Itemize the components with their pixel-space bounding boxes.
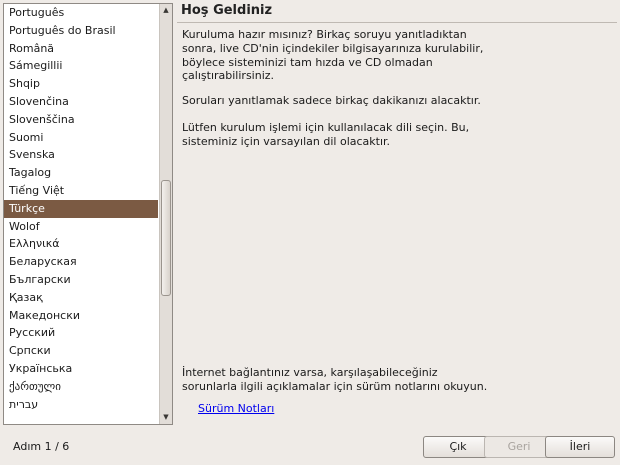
language-list-item[interactable]: Українська xyxy=(4,360,158,378)
language-list-item[interactable]: Tagalog xyxy=(4,164,158,182)
quit-button[interactable]: Çık xyxy=(423,436,493,458)
title-divider xyxy=(177,22,617,23)
language-list-item[interactable]: Português do Brasil xyxy=(4,22,158,40)
next-button[interactable]: İleri xyxy=(545,436,615,458)
language-list-item[interactable]: Српски xyxy=(4,342,158,360)
language-list-item[interactable]: Sámegillii xyxy=(4,57,158,75)
release-notes-paragraph: İnternet bağlantınız varsa, karşılaşabil… xyxy=(182,366,488,393)
release-notes-link[interactable]: Sürüm Notları xyxy=(198,402,274,415)
step-indicator: Adım 1 / 6 xyxy=(13,440,70,453)
language-list-panel: Português Português do Brasil Română Sámegi… xyxy=(3,3,173,425)
language-list-scrollbar[interactable]: ▲ ▼ xyxy=(159,4,172,424)
language-list-item[interactable]: Português xyxy=(4,4,158,22)
language-list-item[interactable]: Svenska xyxy=(4,146,158,164)
language-list-item[interactable]: Shqip xyxy=(4,75,158,93)
language-list-item[interactable]: Română xyxy=(4,40,158,58)
language-list-item[interactable]: Македонски xyxy=(4,307,158,325)
language-choice-paragraph: Lütfen kurulum işlemi için kullanılacak … xyxy=(182,121,470,148)
back-button[interactable]: Geri xyxy=(484,436,554,458)
language-list-item[interactable]: Русский xyxy=(4,324,158,342)
language-list-item[interactable]: ქართული xyxy=(4,378,158,396)
language-list-item[interactable]: Беларуская xyxy=(4,253,158,271)
scroll-up-arrow-icon[interactable]: ▲ xyxy=(160,4,172,17)
language-list-item[interactable]: Tiếng Việt xyxy=(4,182,158,200)
scroll-down-arrow-icon[interactable]: ▼ xyxy=(160,411,172,424)
language-list-item[interactable]: Wolof xyxy=(4,218,158,236)
language-list-item[interactable]: עברית xyxy=(4,396,158,414)
language-list-item[interactable]: Български xyxy=(4,271,158,289)
scrollbar-thumb[interactable] xyxy=(161,180,171,296)
language-list-item[interactable]: Türkçe xyxy=(4,199,158,218)
language-list[interactable]: Português Português do Brasil Română Sámegi… xyxy=(4,4,158,424)
language-list-item[interactable]: Slovenčina xyxy=(4,93,158,111)
language-list-item[interactable]: Қазақ xyxy=(4,289,158,307)
language-list-item[interactable]: Slovenščina xyxy=(4,111,158,129)
language-list-item[interactable]: Suomi xyxy=(4,129,158,147)
page-title: Hoş Geldiniz xyxy=(181,3,273,18)
welcome-content: Hoş Geldiniz Kuruluma hazır mısınız? Bir… xyxy=(177,0,620,430)
duration-paragraph: Soruları yanıtlamak sadece birkaç dakika… xyxy=(182,94,481,107)
language-list-item[interactable]: Ελληνικά xyxy=(4,235,158,253)
intro-paragraph: Kuruluma hazır mısınız? Birkaç soruyu ya… xyxy=(182,28,484,83)
